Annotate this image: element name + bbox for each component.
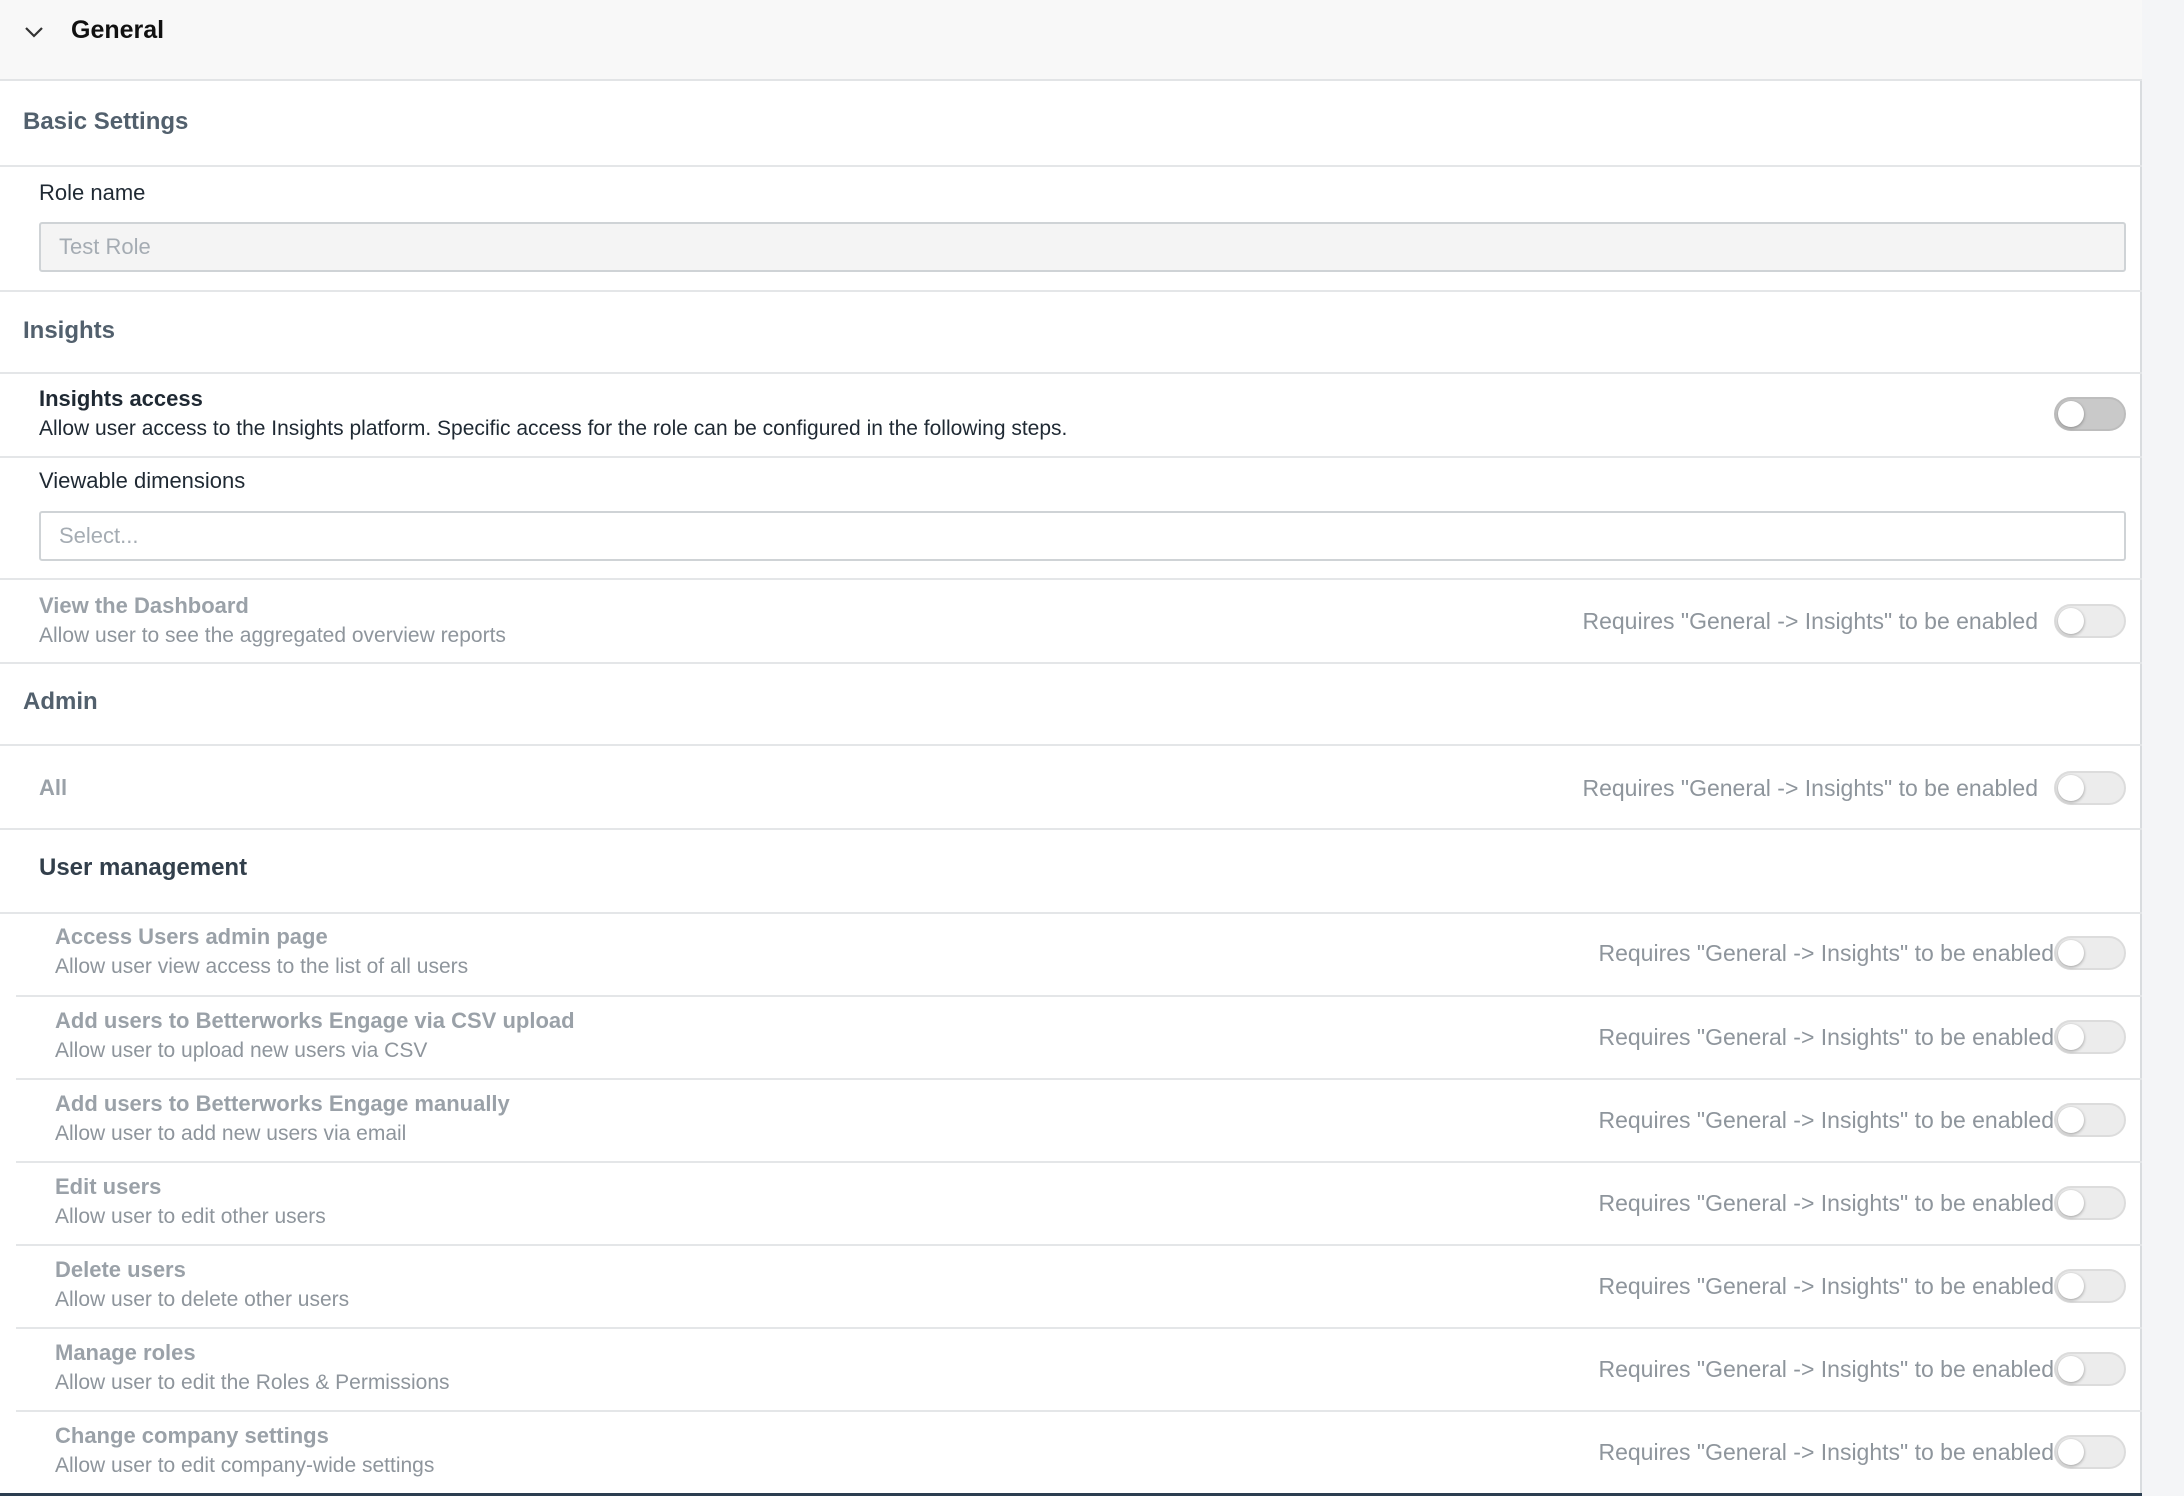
list-item: Delete users Allow user to delete other …	[16, 1246, 2142, 1329]
permission-title: Add users to Betterworks Engage manually	[55, 1091, 510, 1116]
page: General Basic Settings Role name Test Ro…	[0, 0, 2184, 1496]
viewable-dimensions-select[interactable]: Select...	[39, 511, 2126, 561]
permission-toggle[interactable]	[2054, 1103, 2126, 1137]
permission-title: Delete users	[55, 1257, 186, 1282]
list-item: Edit users Allow user to edit other user…	[16, 1163, 2142, 1246]
permission-toggle[interactable]	[2054, 1020, 2126, 1054]
viewable-dimensions-row: Viewable dimensions Select...	[0, 458, 2142, 580]
toggle-knob	[2058, 1190, 2084, 1216]
toggle-knob	[2058, 1439, 2084, 1465]
view-dashboard-description: Allow user to see the aggregated overvie…	[39, 624, 506, 647]
requirement-note: Requires "General -> Insights" to be ena…	[1598, 1107, 2054, 1133]
permission-description: Allow user to upload new users via CSV	[55, 1039, 428, 1062]
toggle-knob	[2058, 1024, 2084, 1050]
permission-title: Manage roles	[55, 1340, 196, 1365]
requirement-note: Requires "General -> Insights" to be ena…	[1582, 775, 2038, 801]
requirement-note: Requires "General -> Insights" to be ena…	[1598, 1439, 2054, 1465]
role-settings-panel: General Basic Settings Role name Test Ro…	[0, 0, 2142, 1496]
admin-heading-text: Admin	[23, 688, 98, 715]
permission-description: Allow user to edit other users	[55, 1205, 326, 1228]
toggle-knob	[2058, 1107, 2084, 1133]
permission-toggle[interactable]	[2054, 1352, 2126, 1386]
permission-description: Allow user to edit the Roles & Permissio…	[55, 1371, 450, 1394]
admin-all-title: All	[39, 775, 68, 800]
permission-toggle[interactable]	[2054, 1435, 2126, 1469]
list-item: Access Users admin page Allow user view …	[16, 914, 2142, 997]
toggle-knob	[2058, 1356, 2084, 1382]
requirement-note: Requires "General -> Insights" to be ena…	[1598, 1356, 2054, 1382]
permission-description: Allow user view access to the list of al…	[55, 955, 469, 978]
permission-toggle[interactable]	[2054, 1269, 2126, 1303]
permission-title: Edit users	[55, 1174, 162, 1199]
toggle-knob	[2058, 401, 2084, 427]
insights-access-row: Insights access Allow user access to the…	[0, 374, 2142, 458]
general-section-header[interactable]: General	[0, 0, 2142, 81]
permission-toggle[interactable]	[2054, 936, 2126, 970]
view-dashboard-toggle[interactable]	[2054, 604, 2126, 638]
role-name-row: Role name Test Role	[0, 167, 2142, 292]
basic-settings-heading-text: Basic Settings	[23, 108, 189, 135]
section-title: General	[71, 16, 165, 44]
admin-all-row: All Requires "General -> Insights" to be…	[0, 746, 2142, 830]
insights-access-description: Allow user access to the Insights platfo…	[39, 417, 1068, 440]
permission-toggle[interactable]	[2054, 1186, 2126, 1220]
permission-title: Add users to Betterworks Engage via CSV …	[55, 1008, 575, 1033]
insights-heading: Insights	[0, 292, 2142, 374]
scrollbar-track[interactable]	[2142, 0, 2184, 1496]
requirement-note: Requires "General -> Insights" to be ena…	[1598, 1024, 2054, 1050]
permission-title: Access Users admin page	[55, 924, 328, 949]
basic-settings-heading: Basic Settings	[0, 81, 2142, 167]
admin-all-toggle[interactable]	[2054, 771, 2126, 805]
user-management-heading-text: User management	[39, 854, 248, 881]
requirement-note: Requires "General -> Insights" to be ena…	[1582, 608, 2038, 634]
toggle-knob	[2058, 1273, 2084, 1299]
role-name-input[interactable]: Test Role	[39, 222, 2126, 272]
permission-description: Allow user to delete other users	[55, 1288, 350, 1311]
requirement-note: Requires "General -> Insights" to be ena…	[1598, 1273, 2054, 1299]
list-item: Add users to Betterworks Engage via CSV …	[16, 997, 2142, 1080]
chevron-down-icon[interactable]	[22, 20, 46, 44]
toggle-knob	[2058, 940, 2084, 966]
view-dashboard-row: View the Dashboard Allow user to see the…	[0, 580, 2142, 664]
user-management-heading: User management	[0, 830, 2142, 914]
requirement-note: Requires "General -> Insights" to be ena…	[1598, 940, 2054, 966]
insights-access-toggle[interactable]	[2054, 397, 2126, 431]
list-item: Add users to Betterworks Engage manually…	[16, 1080, 2142, 1163]
list-item: Manage roles Allow user to edit the Role…	[16, 1329, 2142, 1412]
role-name-label: Role name	[39, 180, 146, 205]
insights-heading-text: Insights	[23, 317, 116, 344]
viewable-dimensions-label: Viewable dimensions	[39, 468, 246, 493]
insights-access-title: Insights access	[39, 386, 203, 411]
requirement-note: Requires "General -> Insights" to be ena…	[1598, 1190, 2054, 1216]
list-item: Change company settings Allow user to ed…	[16, 1412, 2142, 1493]
view-dashboard-title: View the Dashboard	[39, 593, 249, 618]
toggle-knob	[2058, 775, 2084, 801]
toggle-knob	[2058, 608, 2084, 634]
permission-description: Allow user to add new users via email	[55, 1122, 407, 1145]
admin-heading: Admin	[0, 664, 2142, 746]
permission-title: Change company settings	[55, 1423, 329, 1448]
permission-description: Allow user to edit company-wide settings	[55, 1454, 435, 1477]
